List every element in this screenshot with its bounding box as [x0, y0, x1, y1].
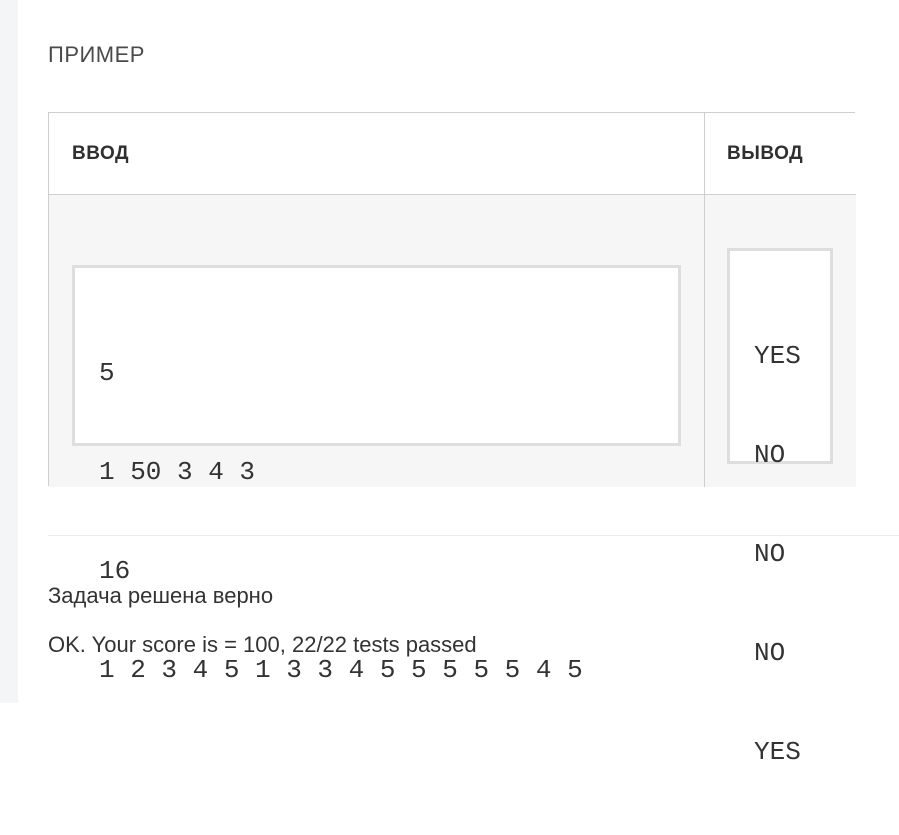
verdict-status: Задача решена верно [48, 583, 274, 608]
sample-input-block[interactable]: 5 1 50 3 4 3 16 1 2 3 4 5 1 3 3 4 5 5 5 … [72, 265, 681, 685]
output-line: YES [754, 737, 801, 767]
output-line: YES [754, 341, 801, 371]
sample-table: ВВОД ВЫВОД 5 1 50 3 4 3 16 1 2 3 4 5 1 3… [48, 112, 856, 767]
output-column-header: ВЫВОД [727, 143, 804, 164]
input-line: 5 [99, 358, 115, 388]
output-line: NO [754, 539, 786, 569]
left-sidebar-strip [0, 0, 18, 703]
input-column-header: ВВОД [72, 143, 130, 164]
section-title: ПРИМЕР [48, 42, 145, 67]
output-line: NO [754, 638, 786, 668]
sample-table-body: 5 1 50 3 4 3 16 1 2 3 4 5 1 3 3 4 5 5 5 … [49, 195, 856, 767]
column-divider [704, 113, 705, 487]
section-divider [48, 535, 899, 536]
score-summary: OK. Your score is = 100, 22/22 tests pas… [48, 632, 477, 657]
sample-table-header: ВВОД ВЫВОД [49, 113, 856, 195]
input-line: 1 2 3 4 5 1 3 3 4 5 5 5 5 5 4 5 [99, 655, 583, 685]
input-line: 1 50 3 4 3 [99, 457, 256, 487]
output-line: NO [754, 440, 786, 470]
sample-output-block[interactable]: YES NO NO NO YES [727, 248, 833, 767]
